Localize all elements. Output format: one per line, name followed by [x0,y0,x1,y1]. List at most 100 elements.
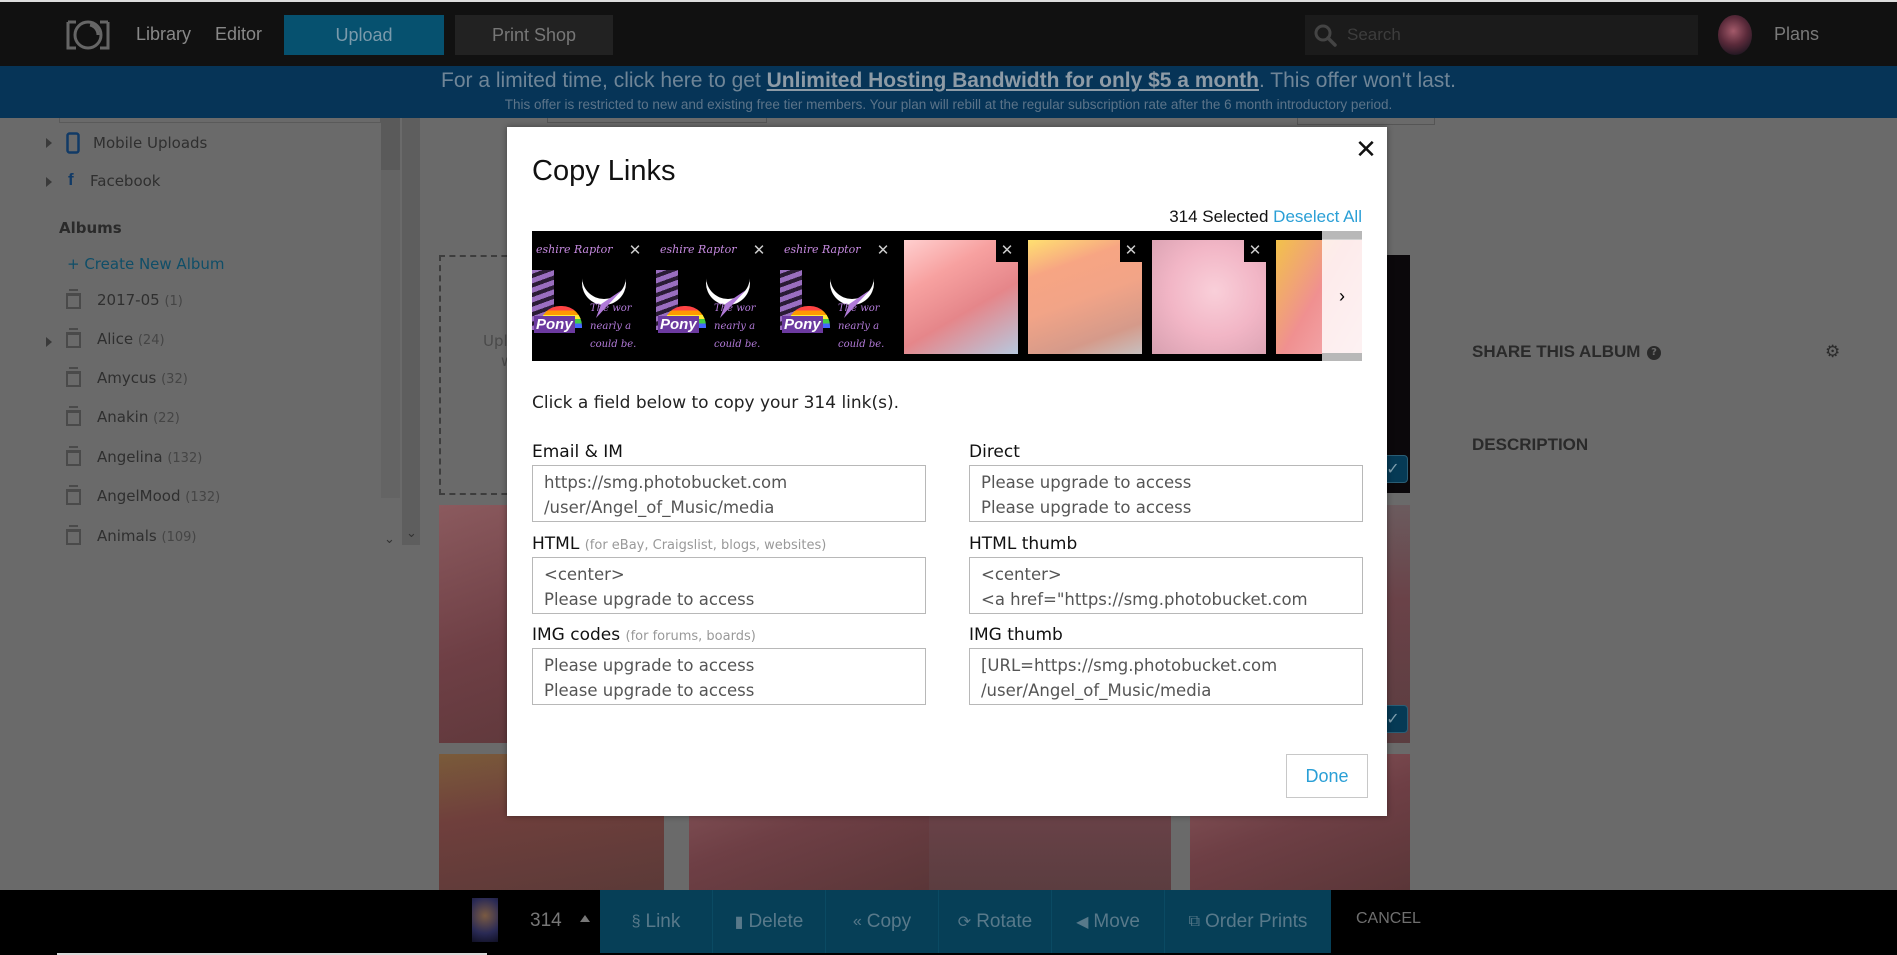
thumbnail-line: The wor [714,303,756,314]
album-item[interactable]: AngelMood (132) [97,487,220,505]
selection-summary: 314 Selected Deselect All [1169,207,1362,227]
strip-scroll-cap [1322,353,1362,361]
field-line: <a href="https://smg.photobucket.com [981,590,1308,609]
selected-thumbnail[interactable]: eshire Raptor Pony The wor nearly a could … [780,240,894,354]
prints-icon: ⧉ [1188,912,1200,930]
field-line: /user/Angel_of_Music/media [981,681,1212,700]
field-line: Please upgrade to access [981,498,1192,517]
field-hint: (for forums, boards) [625,629,756,644]
img-codes-field[interactable]: Please upgrade to access Please upgrade … [532,648,926,705]
modal-title: Copy Links [532,155,676,187]
move-button[interactable]: ◀ Move [1052,890,1165,953]
order-prints-button[interactable]: ⧉ Order Prints [1165,890,1331,953]
email-im-field[interactable]: https://smg.photobucket.com /user/Angel_… [532,465,926,522]
search-box [1305,15,1698,55]
scroll-down-icon[interactable]: ⌄ [406,526,417,541]
img-thumb-field[interactable]: [URL=https://smg.photobucket.com /user/A… [969,648,1363,705]
help-icon[interactable]: ? [1647,346,1661,360]
thumbnail-badge: Pony [534,316,575,333]
remove-thumbnail-icon[interactable]: ✕ [748,240,770,262]
field-line: Please upgrade to access [544,681,755,700]
thumbnail-line: The wor [838,303,880,314]
thumbnail-line: could be. [714,339,761,350]
album-item[interactable]: Angelina (132) [97,448,202,466]
album-icon [66,406,81,426]
selection-thumbnail[interactable] [472,898,498,942]
sidebar-outer-scrollbar[interactable] [402,118,420,545]
promo-link[interactable]: Unlimited Hosting Bandwidth for only $5 … [767,69,1259,92]
thumbnail-caption: eshire Raptor [784,243,861,256]
thumbnail-badge: Pony [782,316,823,333]
done-button[interactable]: Done [1286,754,1368,798]
expand-facebook-icon[interactable] [46,177,52,187]
sidebar-item-facebook[interactable]: Facebook [90,172,160,190]
remove-thumbnail-icon[interactable]: ✕ [996,240,1018,262]
html-thumb-field[interactable]: <center> <a href="https://smg.photobucke… [969,557,1363,614]
nav-library[interactable]: Library [136,24,191,45]
promo-subtext: This offer is restricted to new and exis… [504,97,1393,112]
upload-button[interactable]: Upload [284,15,444,55]
selected-thumbnail[interactable]: eshire Raptor Pony The wor nearly a could … [656,240,770,354]
selected-thumbnail[interactable]: ✕ [1028,240,1142,354]
copy-instructions: Click a field below to copy your 314 lin… [532,393,900,413]
delete-button[interactable]: ▮ Delete [713,890,826,953]
link-label: Link [645,910,681,932]
rotate-button[interactable]: ⟳ Rotate [939,890,1052,953]
search-input[interactable] [1347,15,1687,55]
print-shop-button[interactable]: Print Shop [455,15,613,55]
selected-thumbnail[interactable]: ✕ [904,240,1018,354]
search-icon[interactable] [1313,23,1337,47]
user-avatar[interactable] [1718,15,1752,55]
field-line: <center> [544,565,625,584]
top-nav: Library Editor Upload Print Shop Plans [0,0,1897,66]
copy-label: Copy [866,910,912,932]
copy-icon: « [852,912,862,930]
rotate-icon: ⟳ [957,913,972,931]
remove-thumbnail-icon[interactable]: ✕ [624,240,646,262]
album-count: (132) [167,451,203,466]
next-thumbnails-button[interactable]: › [1322,231,1362,361]
album-count: (32) [161,372,188,387]
sidebar-scrollbar[interactable] [381,118,400,498]
album-item[interactable]: Anakin (22) [97,408,180,426]
html-field[interactable]: <center> Please upgrade to access [532,557,926,614]
sidebar-scroll-thumb[interactable] [381,118,400,170]
expand-mobile-uploads-icon[interactable] [46,138,52,148]
remove-thumbnail-icon[interactable]: ✕ [872,240,894,262]
sidebar-item-mobile-uploads[interactable]: Mobile Uploads [93,134,207,152]
deselect-all-link[interactable]: Deselect All [1273,207,1362,226]
field-line: https://smg.photobucket.com [544,473,788,492]
remove-thumbnail-icon[interactable]: ✕ [1244,240,1266,262]
album-count: (109) [161,530,197,545]
thumbnail-line: nearly a [714,321,756,332]
photobucket-logo-icon[interactable] [64,16,112,52]
expand-album-icon[interactable] [46,337,52,347]
thumbnail-badge: Pony [658,316,699,333]
direct-field[interactable]: Please upgrade to access Please upgrade … [969,465,1363,522]
album-item[interactable]: Animals (109) [97,527,196,545]
thumbnail-lines: The wor nearly a could be. [590,300,636,354]
album-count: (1) [164,294,183,309]
gear-icon[interactable]: ⚙ [1825,342,1840,362]
album-item[interactable]: Alice (24) [97,330,165,348]
field-line: <center> [981,565,1062,584]
scroll-down-icon[interactable]: ⌄ [384,532,395,547]
album-item[interactable]: 2017-05 (1) [97,291,183,309]
link-button[interactable]: § Link [600,890,713,953]
selected-thumbnail[interactable]: ✕ [1152,240,1266,354]
field-label-text: Direct [969,442,1020,462]
thumbnail-line: could be. [838,339,885,350]
promo-banner[interactable]: For a limited time, click here to get Un… [0,66,1897,118]
album-item[interactable]: Amycus (32) [97,369,188,387]
caret-up-icon[interactable] [580,915,590,922]
selected-thumbnail[interactable]: eshire Raptor Pony The wor nearly a could … [532,240,646,354]
nav-editor[interactable]: Editor [215,24,262,45]
cancel-selection-button[interactable]: CANCEL [1356,910,1421,928]
close-icon[interactable]: ✕ [1354,134,1378,164]
copy-button[interactable]: «Copy [826,890,939,953]
thumbnail-line: could be. [590,339,637,350]
plans-link[interactable]: Plans [1774,24,1819,45]
create-album-link[interactable]: + Create New Album [67,255,225,273]
remove-thumbnail-icon[interactable]: ✕ [1120,240,1142,262]
sidebar: Mobile Uploads f Facebook Albums + Creat… [0,118,420,890]
